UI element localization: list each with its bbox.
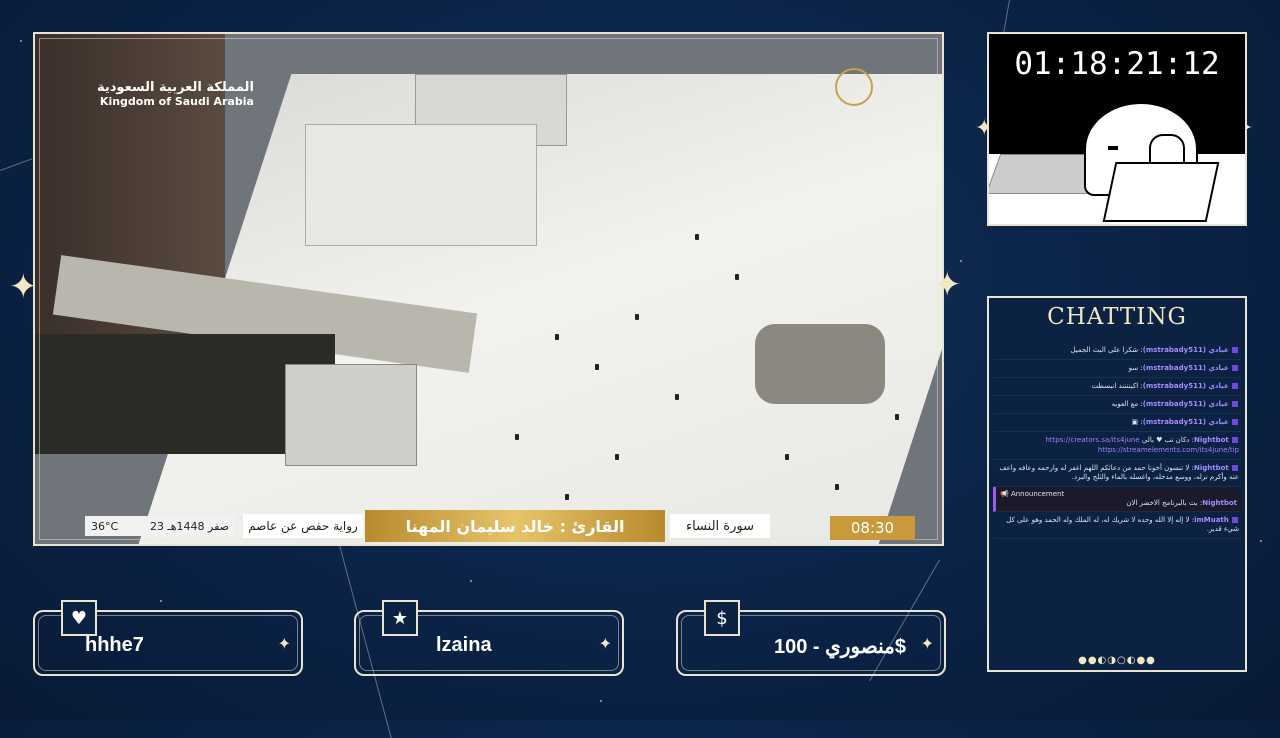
chat-text: شكرا على البث الجميل: [1070, 346, 1139, 354]
heart-icon: ♥: [61, 600, 97, 636]
chat-username: Nightbot: [1202, 498, 1237, 507]
ksa-logo: المملكة العربية السعودية Kingdom of Saud…: [97, 80, 254, 108]
badge-icon: [1232, 401, 1238, 408]
announcement-label: 📢 Announcement: [1000, 489, 1065, 498]
crowd-dot: [555, 334, 559, 340]
chat-text: مع العويه: [1111, 400, 1139, 409]
chat-title: CHATTING: [1047, 304, 1187, 330]
sparkle-icon: ✦: [598, 634, 612, 653]
chat-message-list[interactable]: عبادي (mstrabady511): شكرا على البث الجم…: [993, 342, 1241, 642]
moon-phase-decoration: ●●◐◑○◐●●: [1078, 655, 1156, 666]
crowd-dot: [695, 234, 699, 240]
chat-text: سو: [1128, 364, 1139, 373]
chat-username: عبادي (mstrabady511): [1142, 382, 1229, 391]
chat-message: عبادي (mstrabady511): شكرا على البث الجم…: [993, 342, 1241, 361]
building-scene: [285, 364, 417, 466]
crowd-dot: [895, 414, 899, 420]
star-dot: [960, 260, 962, 262]
building-scene: [305, 124, 537, 246]
star-dot: [600, 700, 602, 702]
latest-follower: hhhe7: [85, 634, 144, 656]
video-player[interactable]: المملكة العربية السعودية Kingdom of Saud…: [33, 32, 944, 546]
badge-icon: [1232, 347, 1238, 353]
chat-text: دكان تب ♥ بالي: [1141, 436, 1190, 445]
badge-icon: [1232, 365, 1238, 372]
crowd-dot: [635, 314, 639, 320]
crowd-dot: [515, 434, 519, 440]
cat-eye: [1108, 146, 1118, 150]
star-dot: [470, 580, 472, 582]
sparkle-icon: ✦: [277, 634, 291, 653]
crowd-dot: [735, 274, 739, 280]
latest-subscriber: lzaina: [436, 634, 492, 656]
crowd-dot: [675, 394, 679, 400]
chat-username: عبادي (mstrabady511): [1142, 346, 1229, 354]
crowd-dot: [785, 454, 789, 460]
reciter-label: القارئ : خالد سليمان المهنا: [365, 510, 665, 542]
decor-line: [0, 158, 33, 171]
chat-username: عبادي (mstrabady511): [1142, 418, 1229, 427]
chat-username: عبادي (mstrabady511): [1142, 364, 1229, 373]
chat-message: عبادي (mstrabady511): مع العويه: [993, 396, 1241, 415]
dollar-icon: $: [704, 600, 740, 636]
star-icon: ★: [382, 600, 418, 636]
chat-username: Nightbot: [1194, 463, 1229, 472]
ksa-logo-english: Kingdom of Saudi Arabia: [99, 95, 254, 108]
chat-announcement: 📢 Announcement Nightbot: بث بالبرنامج ال…: [993, 486, 1241, 513]
sparkle-icon: ✦: [933, 265, 962, 305]
emote-icon: ▣: [1131, 418, 1139, 427]
riwaya-label: رواية حفص عن عاصم: [243, 514, 363, 538]
gazebo-scene: [755, 324, 885, 404]
sparkle-icon: ✦: [920, 634, 934, 653]
chat-text: بث بالبرنامج الاخضر الان: [1126, 498, 1198, 507]
badge-icon: [1232, 464, 1238, 471]
chat-username: Nightbot: [1194, 436, 1229, 445]
badge-icon: [1232, 517, 1238, 524]
badge-icon: [1232, 419, 1238, 426]
subscriber-label: ★ lzaina ✦: [354, 600, 624, 676]
badge-icon: [1232, 437, 1238, 444]
chat-message: عبادي (mstrabady511): سو: [993, 360, 1241, 379]
chat-message: imMuath: لا إله إلا الله وحده لا شريك له…: [993, 512, 1241, 540]
chat-panel[interactable]: CHATTING عبادي (mstrabady511): شكرا على …: [987, 296, 1247, 672]
clock-label: 08:30: [830, 516, 915, 540]
follower-label: ♥ hhhe7 ✦: [33, 600, 303, 676]
chat-message: Nightbot: لا تنسون أخونا حمد من دعائكم ا…: [993, 460, 1241, 487]
lower-third-weather: 36°C 23 صفر 1448هـ: [85, 516, 235, 536]
star-dot: [160, 600, 162, 602]
temperature: 36°C: [91, 519, 119, 533]
chat-message: عبادي (mstrabady511): ▣: [993, 414, 1241, 433]
crowd-dot: [615, 454, 619, 460]
latest-donation: منصوري - 100$: [774, 636, 907, 658]
star-dot: [1260, 540, 1262, 542]
badge-icon: [1232, 383, 1238, 390]
ksa-logo-arabic: المملكة العربية السعودية: [97, 80, 254, 95]
chat-message: عبادي (mstrabady511): اكينننند انبسطت: [993, 378, 1241, 397]
announcement-body: Nightbot: بث بالبرنامج الاخضر الان: [1126, 498, 1237, 507]
timer-value: 01:18:21:12: [1014, 46, 1220, 82]
crowd-dot: [595, 364, 599, 370]
chat-message: Nightbot: دكان تب ♥ بالي https://creator…: [993, 432, 1241, 460]
surah-label: سورة النساء: [670, 514, 770, 538]
chat-text: اكينننند انبسطت: [1091, 382, 1139, 391]
countdown-timer: 01:18:21:12: [987, 32, 1247, 226]
keyboard-illustration: [1102, 162, 1220, 222]
channel-emblem-icon: [835, 68, 873, 106]
lower-third: 36°C 23 صفر 1448هـ رواية حفص عن عاصم الق…: [85, 510, 935, 542]
crowd-dot: [835, 484, 839, 490]
chat-username: عبادي (mstrabady511): [1142, 400, 1229, 409]
donation-label: $ منصوري - 100$ ✦: [676, 600, 946, 676]
hijri-date: 23 صفر 1448هـ: [149, 519, 229, 533]
crowd-dot: [565, 494, 569, 500]
star-dot: [20, 40, 22, 42]
chat-username: imMuath: [1194, 516, 1229, 525]
sparkle-icon: ✦: [9, 267, 38, 307]
